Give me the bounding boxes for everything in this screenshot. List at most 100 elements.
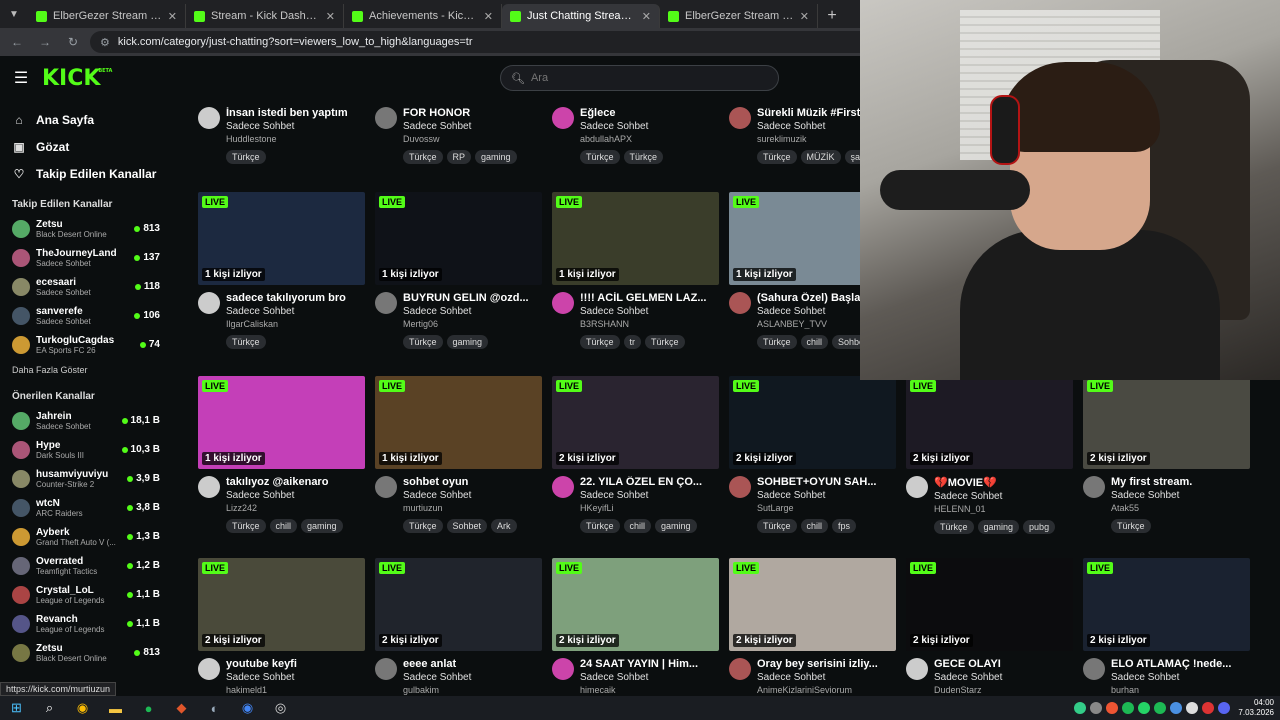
tag-chip[interactable]: gaming: [446, 335, 489, 349]
tag-chip[interactable]: Türkçe: [757, 519, 797, 533]
tag-chip[interactable]: gaming: [301, 519, 343, 533]
steam-icon[interactable]: ◐: [198, 696, 231, 720]
obs-icon[interactable]: ◎: [264, 696, 297, 720]
tray-icon[interactable]: [1170, 702, 1182, 714]
stream-thumbnail[interactable]: LIVE 2 kişi izliyor: [552, 376, 719, 469]
tab-search-icon[interactable]: ▼: [0, 0, 28, 28]
sidebar-channel[interactable]: Crystal_LoL League of Legends 1,1 B: [0, 580, 180, 609]
tag-chip[interactable]: Türkçe: [403, 519, 443, 533]
tray-icon[interactable]: [1122, 702, 1134, 714]
stream-card[interactable]: LIVE 2 kişi izliyor 💔MOVIE💔 Sadece Sohbet HE…: [906, 376, 1073, 534]
stream-card[interactable]: Eğlece Sadece Sohbet abdullahAPX Türkçe Türk…: [552, 100, 719, 164]
stream-title[interactable]: GECE OLAYI: [934, 658, 1073, 670]
streamer-name[interactable]: himecaik: [580, 685, 719, 695]
stream-thumbnail[interactable]: LIVE 1 kişi izliyor: [198, 192, 365, 285]
stream-category[interactable]: Sadece Sohbet: [403, 121, 542, 132]
sidebar-channel[interactable]: Zetsu Black Desert Online 813: [0, 638, 180, 667]
sidebar-channel[interactable]: Hype Dark Souls III 10,3 B: [0, 435, 180, 464]
avatar[interactable]: [729, 292, 751, 314]
stream-card[interactable]: FOR HONOR Sadece Sohbet Duvossw Türkçe RP gam…: [375, 100, 542, 164]
tray-icon[interactable]: [1154, 702, 1166, 714]
sidebar-channel[interactable]: wtcN ARC Raiders 3,8 B: [0, 493, 180, 522]
stream-card[interactable]: LIVE 1 kişi izliyor takılıyoz @aikenaro Sad…: [198, 376, 365, 533]
tab-close-icon[interactable]: ✕: [484, 10, 493, 23]
stream-title[interactable]: 22. YILA ÖZEL EN ÇO...: [580, 476, 719, 488]
sidebar-nav-item[interactable]: ▣ Gözat: [0, 133, 180, 160]
streamer-name[interactable]: Atak55: [1111, 503, 1250, 513]
streamer-name[interactable]: HKeyifLi: [580, 503, 719, 513]
tray-icon[interactable]: [1202, 702, 1214, 714]
windows-start-icon[interactable]: ⊞: [0, 696, 33, 720]
tray-icon[interactable]: [1186, 702, 1198, 714]
streamer-name[interactable]: gulbakim: [403, 685, 542, 695]
tab-close-icon[interactable]: ✕: [168, 10, 177, 23]
tray-icon[interactable]: [1218, 702, 1230, 714]
sidebar-channel[interactable]: Overrated Teamfight Tactics 1,2 B: [0, 551, 180, 580]
tag-chip[interactable]: gaming: [977, 520, 1020, 534]
tag-chip[interactable]: chill: [800, 335, 829, 349]
stream-card[interactable]: LIVE 2 kişi izliyor youtube keyfi Sadece So…: [198, 558, 365, 695]
stream-title[interactable]: sohbet oyun: [403, 476, 542, 488]
tray-icon[interactable]: [1074, 702, 1086, 714]
sidebar-channel[interactable]: ecesaari Sadece Sohbet 118: [0, 272, 180, 301]
tag-chip[interactable]: Türkçe: [757, 150, 797, 164]
stream-title[interactable]: İnsan istedi ben yaptım: [226, 107, 365, 119]
sidebar-channel[interactable]: TheJourneyLand Sadece Sohbet 137: [0, 243, 180, 272]
browser-tab[interactable]: ElberGezer Stream - Watch Live ✕: [660, 4, 818, 28]
tab-close-icon[interactable]: ✕: [642, 10, 651, 23]
tag-chip[interactable]: Türkçe: [645, 335, 685, 349]
stream-thumbnail[interactable]: LIVE 1 kişi izliyor: [198, 376, 365, 469]
streamer-name[interactable]: Huddlestone: [226, 134, 365, 144]
search-bar[interactable]: 🔍︎: [500, 65, 779, 91]
stream-category[interactable]: Sadece Sohbet: [226, 672, 365, 683]
tag-chip[interactable]: Türkçe: [580, 150, 620, 164]
avatar[interactable]: [1083, 476, 1105, 498]
stream-card[interactable]: LIVE 2 kişi izliyor SOHBET+OYUN SAH... Sade…: [729, 376, 896, 533]
stream-category[interactable]: Sadece Sohbet: [580, 672, 719, 683]
stream-thumbnail[interactable]: LIVE 2 kişi izliyor: [1083, 376, 1250, 469]
avatar[interactable]: [729, 658, 751, 680]
stream-category[interactable]: Sadece Sohbet: [403, 490, 542, 501]
stream-category[interactable]: Sadece Sohbet: [403, 306, 542, 317]
stream-card[interactable]: LIVE 1 kişi izliyor !!!! ACİL GELMEN LAZ..…: [552, 192, 719, 349]
tag-chip[interactable]: Ark: [491, 519, 517, 533]
streamer-name[interactable]: hakimeld1: [226, 685, 365, 695]
avatar[interactable]: [1083, 658, 1105, 680]
tab-close-icon[interactable]: ✕: [326, 10, 335, 23]
stream-thumbnail[interactable]: LIVE 2 kişi izliyor: [906, 558, 1073, 651]
avatar[interactable]: [198, 292, 220, 314]
streamer-name[interactable]: SutLarge: [757, 503, 896, 513]
streamer-name[interactable]: Mertig06: [403, 319, 542, 329]
sidebar-channel[interactable]: Jahrein Sadece Sohbet 18,1 B: [0, 406, 180, 435]
stream-thumbnail[interactable]: LIVE 2 kişi izliyor: [552, 558, 719, 651]
sidebar-nav-item[interactable]: ⌂ Ana Sayfa: [0, 106, 180, 133]
stream-card[interactable]: LIVE 2 kişi izliyor My first stream. Sadece…: [1083, 376, 1250, 533]
tray-icon[interactable]: [1106, 702, 1118, 714]
tag-chip[interactable]: chill: [623, 519, 652, 533]
tag-chip[interactable]: Türkçe: [934, 520, 974, 534]
streamer-name[interactable]: HELENN_01: [934, 504, 1073, 514]
avatar[interactable]: [198, 658, 220, 680]
tag-chip[interactable]: gaming: [655, 519, 697, 533]
stream-card[interactable]: LIVE 1 kişi izliyor BUYRUN GELIN @ozd... Sa…: [375, 192, 542, 349]
stream-title[interactable]: 💔MOVIE💔: [934, 476, 1073, 489]
tag-chip[interactable]: Türkçe: [226, 519, 266, 533]
avatar[interactable]: [552, 476, 574, 498]
sidebar-channel[interactable]: TurkogluCagdas EA Sports FC 26 74: [0, 330, 180, 359]
sidebar-channel[interactable]: Revanch League of Legends 1,1 B: [0, 609, 180, 638]
tag-chip[interactable]: pubg: [1023, 520, 1056, 534]
avatar[interactable]: [906, 476, 928, 498]
streamer-name[interactable]: B3RSHANN: [580, 319, 719, 329]
streamer-name[interactable]: burhan: [1111, 685, 1250, 695]
tray-icon[interactable]: [1090, 702, 1102, 714]
stream-title[interactable]: sadece takılıyorum bro: [226, 292, 365, 304]
avatar[interactable]: [906, 658, 928, 680]
stream-card[interactable]: İnsan istedi ben yaptım Sadece Sohbet Hudd…: [198, 100, 365, 164]
stream-title[interactable]: takılıyoz @aikenaro: [226, 476, 365, 488]
streamer-name[interactable]: IlgarCaliskan: [226, 319, 365, 329]
stream-thumbnail[interactable]: LIVE 1 kişi izliyor: [552, 192, 719, 285]
stream-category[interactable]: Sadece Sohbet: [580, 490, 719, 501]
streamer-name[interactable]: DudenStarz: [934, 685, 1073, 695]
stream-card[interactable]: LIVE 2 kişi izliyor Oray bey serisini izli…: [729, 558, 896, 695]
tag-chip[interactable]: Türkçe: [226, 150, 266, 164]
